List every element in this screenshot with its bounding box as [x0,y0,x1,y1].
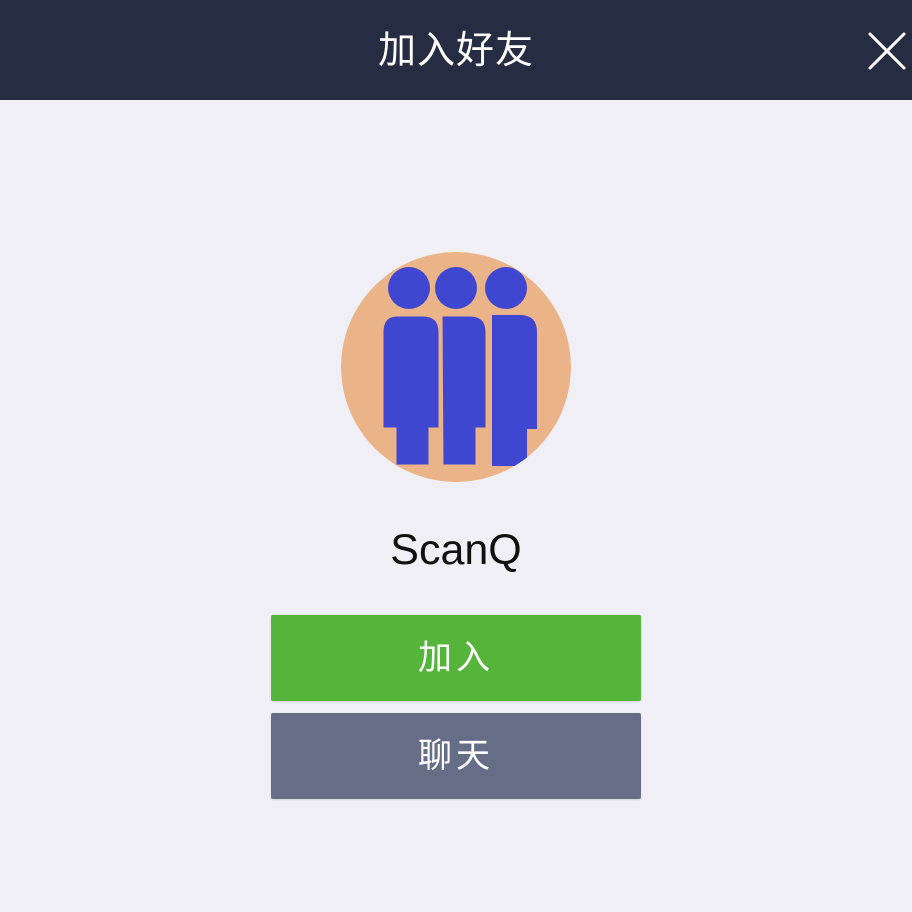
chat-button[interactable]: 聊天 [271,713,641,799]
profile-name: ScanQ [390,526,522,574]
close-button[interactable] [868,32,906,70]
header-bar: 加入好友 [0,0,912,100]
add-friend-button[interactable]: 加入 [271,615,641,701]
close-icon [868,32,906,70]
avatar [341,252,571,482]
group-of-people-avatar-icon [341,252,571,482]
page-title: 加入好友 [377,28,534,72]
